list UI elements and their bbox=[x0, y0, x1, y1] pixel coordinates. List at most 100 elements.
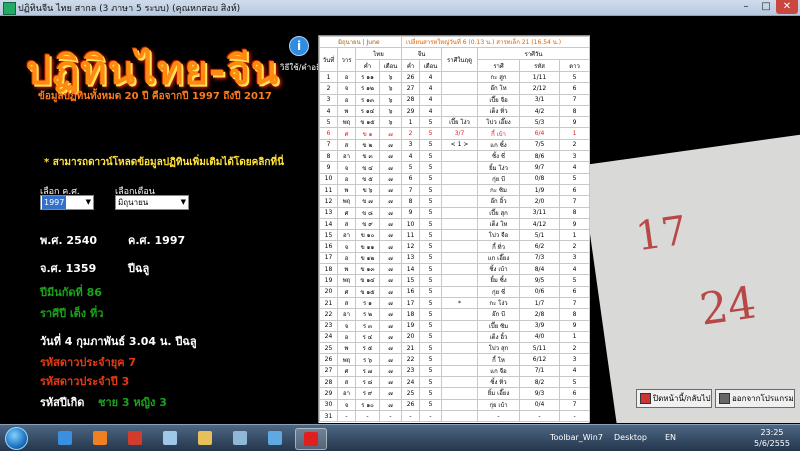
cell-code: 5/1 bbox=[519, 229, 561, 242]
cell-code: 6/4 bbox=[519, 127, 561, 140]
cell-thai-date: ข ๑๒ bbox=[355, 251, 380, 265]
cell-cn-month: 5 bbox=[419, 285, 443, 298]
cell-zodiac: กะ โง่ว bbox=[477, 296, 521, 310]
clock[interactable]: 23:25 5/6/2555 bbox=[750, 427, 794, 449]
taskbar-app-button[interactable] bbox=[85, 428, 115, 448]
cell-cn-date: 26 bbox=[401, 70, 421, 84]
cell-season bbox=[441, 183, 479, 197]
cell-season bbox=[441, 150, 479, 163]
taskbar-app-button[interactable] bbox=[225, 428, 255, 448]
cell-zodiac: กะ สูก bbox=[477, 70, 521, 84]
calendar-row: 15 อาข ๑๐๗ 11 5 โบ่ว จือ 5/1 1 bbox=[319, 229, 591, 242]
cell-zodiac: กี้ เบ้า bbox=[477, 127, 521, 140]
cell-star: 9 bbox=[559, 116, 591, 129]
taskbar-app-button[interactable] bbox=[260, 428, 290, 448]
cell-thai-date: ร ๑๔ bbox=[355, 104, 380, 118]
cell-thai-date: ข ๑๕ bbox=[355, 116, 380, 129]
taskbar-app-button[interactable] bbox=[120, 428, 150, 448]
toolbar-label[interactable]: Toolbar_Win7 bbox=[550, 425, 603, 451]
cell-thai-date: ร ๔ bbox=[355, 330, 380, 344]
cell-star: 3 bbox=[559, 353, 591, 366]
background-number-24: 24 bbox=[696, 277, 760, 336]
maximize-button[interactable]: □ bbox=[756, 0, 776, 14]
cell-zodiac: อ๊ก โห bbox=[477, 82, 521, 95]
cell-day: 19 bbox=[319, 274, 338, 287]
taskbar-app-button[interactable] bbox=[295, 428, 327, 450]
start-button[interactable] bbox=[2, 425, 30, 451]
cell-code: 2/12 bbox=[519, 82, 561, 95]
cell-thai-date: ข ๕ bbox=[355, 172, 380, 185]
cell-weekday: อ bbox=[337, 251, 356, 265]
clock-time: 23:25 bbox=[760, 428, 784, 437]
cell-weekday: อา bbox=[337, 308, 356, 321]
cell-weekday: พฤ bbox=[337, 195, 356, 208]
cell-code: 0/4 bbox=[519, 398, 561, 411]
cell-star: 6 bbox=[559, 387, 591, 400]
cell-season bbox=[441, 70, 479, 84]
cell-thai-month: ๗ bbox=[378, 308, 403, 321]
cell-cn-date: 17 bbox=[401, 296, 421, 310]
calendar-row: 19 พฤข ๑๔๗ 15 5 ยิ้ม ซิ้ง 9/5 5 bbox=[319, 274, 591, 287]
cell-season bbox=[441, 342, 479, 355]
cell-season bbox=[441, 195, 479, 208]
cell-day: 18 bbox=[319, 263, 338, 276]
cell-cn-date: 25 bbox=[401, 387, 421, 400]
cell-thai-date: ข ๒ bbox=[355, 138, 380, 152]
cell-day: 28 bbox=[319, 376, 338, 389]
cell-thai-date: ข ๔ bbox=[355, 161, 380, 174]
cell-cn-date: - bbox=[401, 409, 421, 423]
language-indicator[interactable]: EN bbox=[665, 425, 676, 451]
cell-code: 7/3 bbox=[519, 251, 561, 265]
cell-season bbox=[441, 319, 479, 332]
cell-cn-date: 6 bbox=[401, 172, 421, 185]
taskbar-app-button[interactable] bbox=[50, 428, 80, 448]
cell-thai-month: ๗ bbox=[378, 217, 403, 231]
paint-icon bbox=[268, 431, 282, 445]
cell-cn-date: 26 bbox=[401, 398, 421, 411]
month-select[interactable]: มิถุนายน ▼ bbox=[115, 195, 189, 210]
cell-star: 2 bbox=[559, 342, 591, 355]
cell-code: 8/4 bbox=[519, 263, 561, 276]
cell-day: 30 bbox=[319, 398, 338, 411]
cell-code: - bbox=[519, 409, 561, 423]
cell-code: 3/1 bbox=[519, 93, 561, 106]
cell-code: 8/6 bbox=[519, 150, 561, 163]
cell-cn-date: 10 bbox=[401, 217, 421, 231]
desktop-toolbar[interactable]: Desktop bbox=[614, 425, 647, 451]
close-button[interactable]: ✕ bbox=[776, 0, 798, 14]
cell-zodiac: โบ่ว เอี๊ยง bbox=[477, 116, 521, 129]
chinese-new-year: วันที่ 4 กุมภาพันธ์ 3.04 น. ปีฉลู bbox=[40, 335, 197, 348]
cell-season bbox=[441, 330, 479, 344]
calendar-row: 30 จร ๑๐๗ 26 5 กุ่ย เบ้า 0/4 7 bbox=[319, 398, 591, 411]
year-select[interactable]: 1997 ▼ bbox=[40, 195, 94, 210]
cell-thai-date: ข ๑๔ bbox=[355, 274, 380, 287]
cell-code: 0/8 bbox=[519, 172, 561, 185]
cell-star: 5 bbox=[559, 376, 591, 389]
minimize-button[interactable]: – bbox=[736, 0, 756, 14]
cell-season: 3/7 bbox=[441, 127, 479, 140]
cell-code: 1/9 bbox=[519, 183, 561, 197]
control-panel-icon bbox=[233, 431, 247, 445]
sub-cn-date: ค่ำ bbox=[401, 59, 421, 72]
col-chinese-header: จีน bbox=[401, 47, 443, 60]
cell-code: 7/5 bbox=[519, 138, 561, 152]
cell-weekday: พ bbox=[337, 104, 356, 118]
exit-button[interactable]: ออกจากโปรแกรม bbox=[715, 389, 795, 408]
cell-weekday: ศ bbox=[337, 364, 356, 378]
calendar-panel: มิถุนายน | June เปลี่ยนสารทใหญ่วันที่ 6 … bbox=[318, 35, 591, 423]
cell-season bbox=[441, 308, 479, 321]
cell-weekday: อ bbox=[337, 93, 356, 106]
taskbar-app-button[interactable] bbox=[155, 428, 185, 448]
close-page-button[interactable]: ปิดหน้านี้/กลับไป bbox=[636, 389, 712, 408]
calendar-month-title: มิถุนายน | June bbox=[318, 36, 403, 48]
cell-code: 2/8 bbox=[519, 308, 561, 321]
cell-cn-date: 11 bbox=[401, 229, 421, 242]
download-link[interactable]: * สามารถดาวน์โหลดข้อมูลปฏิทินเพิ่มเติมได… bbox=[44, 155, 284, 170]
cell-day: 7 bbox=[319, 138, 338, 152]
info-icon[interactable]: i bbox=[289, 36, 309, 56]
calendar-row: 9จข ๔๗ 5 5 ยิ้ม โง่ว 9/7 4 bbox=[319, 161, 591, 174]
taskbar-app-button[interactable] bbox=[190, 428, 220, 448]
cell-day: 1 bbox=[319, 70, 338, 84]
cell-day: 4 bbox=[319, 104, 338, 118]
cell-zodiac: ยิ้ม โง่ว bbox=[477, 161, 521, 174]
